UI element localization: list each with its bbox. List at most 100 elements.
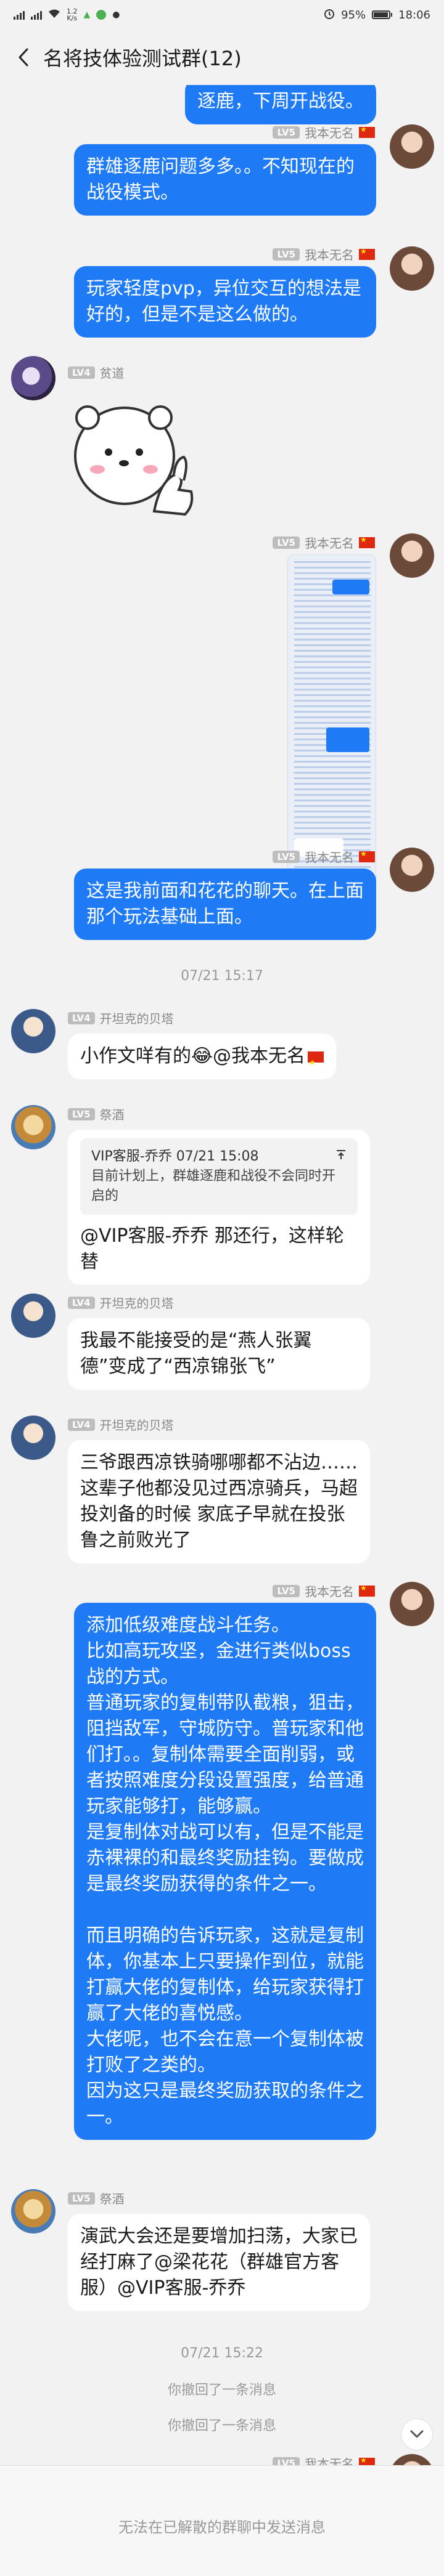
message-line: 而且明确的告诉玩家，这就是复制体，你基本上只要操作到位，就能打赢大佬的复制体，给… xyxy=(86,1925,364,2024)
message-bubble-partial[interactable]: 逐鹿，下周开战役。 xyxy=(185,85,376,124)
system-message: 你撤回了一条消息 xyxy=(167,2418,276,2434)
china-flag-icon xyxy=(359,247,375,260)
china-flag-icon xyxy=(359,535,375,548)
quote-text: 目前计划上，群雄逐鹿和战役不会同时开启的 xyxy=(91,1169,336,1204)
avatar[interactable] xyxy=(11,1294,56,1338)
sender-line: LV4 开坦克的贝塔 xyxy=(68,1416,174,1433)
message-line: 比如高玩攻坚，金进行类似boss战的方式。 xyxy=(86,1640,351,1688)
sender-name[interactable]: 我本无名 xyxy=(305,2454,354,2465)
chat-area[interactable]: 逐鹿，下周开战役。 LV5 我本无名 群雄逐鹿问题多多。。不知现在的战役模式。 … xyxy=(0,85,444,2465)
app-notification-icon: ▲ xyxy=(83,10,91,20)
level-badge: LV4 xyxy=(68,1011,95,1024)
message-bubble[interactable]: 小作文咩有的😂@我本无名 xyxy=(68,1034,337,1079)
china-flag-icon xyxy=(308,1050,324,1075)
message-line xyxy=(86,1897,364,1923)
message-line: 因为这只是最终奖励获取的条件之一。 xyxy=(86,2080,364,2128)
message-bubble[interactable]: 添加低级难度战斗任务。 比如高玩攻坚，金进行类似boss战的方式。 普通玩家的复… xyxy=(74,1603,376,2140)
sender-line: LV5 祭酒 xyxy=(68,2189,125,2207)
avatar[interactable] xyxy=(390,533,434,578)
china-flag-icon xyxy=(359,849,375,862)
message-line: 普通玩家的复制带队截粮，狙击，阻挡敌军，守城防守。普玩家和他们打。。复制体需要全… xyxy=(86,1692,364,1817)
message-line: 是复制体对战可以有，但是不能是赤裸裸的和最终奖励挂钩。要做成是最终奖励获得的条件… xyxy=(86,1821,364,1895)
disabled-notice: 无法在已解散的群聊中发送消息 xyxy=(118,2519,326,2536)
message-bubble[interactable]: 演武大会还是要增加扫荡，大家已经打麻了@梁花花（群雄官方客服）@VIP客服-乔乔 xyxy=(68,2214,370,2311)
sender-name[interactable]: 开坦克的贝塔 xyxy=(100,1416,174,1433)
avatar[interactable] xyxy=(11,356,56,400)
sender-line: LV5 我本无名 xyxy=(273,123,375,141)
sender-line: LV4 开坦克的贝塔 xyxy=(68,1294,174,1311)
wifi-icon xyxy=(48,9,60,22)
sender-name[interactable]: 我本无名 xyxy=(305,123,354,141)
sender-name[interactable]: 我本无名 xyxy=(305,1582,354,1600)
sticker-image[interactable] xyxy=(68,388,197,524)
back-button[interactable] xyxy=(12,46,35,68)
level-badge: LV4 xyxy=(68,1418,95,1431)
china-flag-icon xyxy=(359,125,375,138)
message-line: 添加低级难度战斗任务。 xyxy=(86,1614,290,1636)
message-bubble[interactable]: 三爷跟西凉铁骑哪哪都不沾边……这辈子他都没见过西凉骑兵，马超投刘备的时候 家底子… xyxy=(68,1440,370,1563)
message-bubble[interactable]: VIP客服-乔乔 07/21 15:08 目前计划上，群雄逐鹿和战役不会同时开启… xyxy=(68,1130,370,1285)
china-flag-icon xyxy=(359,1584,375,1597)
level-badge: LV5 xyxy=(273,2457,300,2465)
sender-name[interactable]: 开坦克的贝塔 xyxy=(100,1009,174,1027)
sender-line: LV5 我本无名 xyxy=(273,533,375,551)
signal-icon-2 xyxy=(31,10,42,20)
message-text: 这是我前面和花花的聊天。在上面那个玩法基础上面。 xyxy=(86,880,364,928)
level-badge: LV5 xyxy=(273,126,300,139)
message-line: 大佬呢，也不会在意一个复制体被打败了之类的。 xyxy=(86,2028,364,2076)
sender-name[interactable]: 贫道 xyxy=(100,363,125,381)
sender-name[interactable]: 祭酒 xyxy=(100,2189,125,2207)
message-bubble[interactable]: 群雄逐鹿问题多多。。不知现在的战役模式。 xyxy=(74,144,376,216)
status-bar: 1.2 K/s ▲ ● 95% 18:06 xyxy=(0,0,444,30)
chevron-left-icon xyxy=(18,48,28,67)
sender-line: LV4 贫道 xyxy=(68,363,125,381)
sender-name[interactable]: 我本无名 xyxy=(305,245,354,263)
message-text: 群雄逐鹿问题多多。。不知现在的战役模式。 xyxy=(86,156,355,203)
avatar[interactable] xyxy=(390,246,434,291)
message-text: 玩家轻度pvp，异位交互的想法是好的，但是不是这么做的。 xyxy=(86,278,361,325)
timestamp: 07/21 15:22 xyxy=(181,2346,263,2361)
alarm-icon xyxy=(324,8,335,22)
sender-name[interactable]: 我本无名 xyxy=(305,533,354,551)
system-message: 你撤回了一条消息 xyxy=(167,2383,276,2398)
level-badge: LV5 xyxy=(273,536,300,549)
message-text: 三爷跟西凉铁骑哪哪都不沾边……这辈子他都没见过西凉骑兵，马超投刘备的时候 家底子… xyxy=(80,1452,358,1551)
sender-name[interactable]: 开坦克的贝塔 xyxy=(100,1294,174,1311)
timestamp: 07/21 15:17 xyxy=(181,968,263,984)
avatar[interactable] xyxy=(11,2189,56,2234)
page-title: 名将技体验测试群(12) xyxy=(43,47,242,70)
chat-header: 名将技体验测试群(12) xyxy=(0,30,444,85)
app-notification-icon-2 xyxy=(96,10,107,20)
chevron-down-icon xyxy=(410,2430,424,2438)
scroll-to-bottom-button[interactable] xyxy=(401,2418,433,2450)
avatar[interactable] xyxy=(390,2454,434,2465)
message-bubble[interactable]: 这是我前面和花花的聊天。在上面那个玩法基础上面。 xyxy=(74,869,376,940)
bear-thumbs-up-icon xyxy=(74,405,194,516)
message-text: 演武大会还是要增加扫荡，大家已经打麻了@梁花花（群雄官方客服）@VIP客服-乔乔 xyxy=(80,2226,358,2299)
avatar[interactable] xyxy=(11,1416,56,1460)
avatar[interactable] xyxy=(390,848,434,892)
level-badge: LV5 xyxy=(273,1584,300,1597)
sender-line: LV4 开坦克的贝塔 xyxy=(68,1009,174,1027)
battery-percent: 95% xyxy=(341,8,366,22)
app-notification-icon-3: ● xyxy=(112,10,120,20)
input-bar-disabled: 无法在已解散的群聊中发送消息 xyxy=(0,2465,444,2576)
sender-name[interactable]: 我本无名 xyxy=(305,848,354,865)
level-badge: LV4 xyxy=(68,366,95,379)
sender-line-partial: LV5 我本无名 xyxy=(273,2454,375,2465)
clock: 18:06 xyxy=(398,8,430,22)
avatar[interactable] xyxy=(11,1009,56,1053)
sender-line: LV5 祭酒 xyxy=(68,1105,125,1123)
message-bubble[interactable]: 玩家轻度pvp，异位交互的想法是好的，但是不是这么做的。 xyxy=(74,266,376,338)
message-bubble[interactable]: 我最不能接受的是“燕人张翼德”变成了“西凉锦张飞” xyxy=(68,1318,370,1390)
message-text: @VIP客服-乔乔 那还行，这样轮替 xyxy=(80,1225,344,1273)
level-badge: LV5 xyxy=(273,850,300,863)
jump-to-quote-icon[interactable] xyxy=(335,1147,347,1167)
sender-name[interactable]: 祭酒 xyxy=(100,1105,125,1123)
avatar[interactable] xyxy=(11,1105,56,1149)
quoted-message[interactable]: VIP客服-乔乔 07/21 15:08 目前计划上，群雄逐鹿和战役不会同时开启… xyxy=(80,1138,358,1215)
sender-line: LV5 我本无名 xyxy=(273,1582,375,1600)
avatar[interactable] xyxy=(390,124,434,169)
level-badge: LV5 xyxy=(68,2192,95,2205)
avatar[interactable] xyxy=(390,1582,434,1626)
